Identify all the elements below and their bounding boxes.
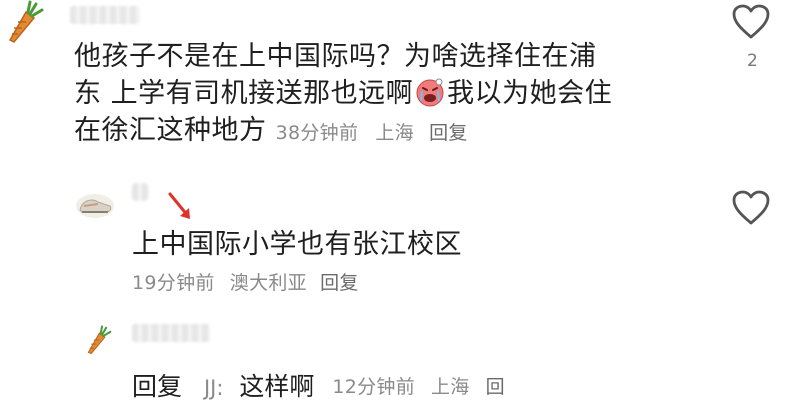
carrot-icon (87, 325, 112, 355)
comment-location: 澳大利亚 (229, 272, 307, 294)
comment-line-3-text: 在徐汇这种地方 (74, 115, 267, 146)
avatar-carrot-2[interactable] (84, 325, 112, 355)
crying-emoji-icon (415, 77, 445, 107)
comment-meta: 19分钟前 澳大利亚 回复 (132, 268, 359, 295)
like-heart-icon[interactable] (731, 4, 771, 40)
comment-location: 上海 (375, 122, 414, 144)
comment-time: 19分钟前 (132, 272, 215, 294)
comment-location: 上海 (431, 376, 470, 398)
comment-line-3: 在徐汇这种地方 38分钟前 上海 回复 (74, 112, 724, 152)
username-blurred-3[interactable] (132, 324, 210, 342)
reply-link[interactable]: 回复 (429, 122, 468, 144)
like-count: 2 (747, 51, 758, 71)
comment-text: 他孩子不是在上中国际吗？为啥选择住在浦 东 上学有司机接送那也远啊 我以为她会住… (74, 38, 724, 152)
sneaker-avatar-icon (76, 194, 114, 218)
comment-line-2: 东 上学有司机接送那也远啊 我以为她会住 (74, 75, 724, 112)
comment-text: 上中国际小学也有张江校区 (132, 229, 462, 260)
reply-prefix: 回复 (132, 372, 183, 401)
username-blurred-2[interactable] (132, 183, 148, 201)
reply-row: 回复 JJ: 这样啊 12分钟前 上海 回 (132, 367, 505, 403)
reply-link[interactable]: 回 (486, 376, 505, 398)
comment-text: 这样啊 (239, 372, 315, 401)
avatar-sneaker[interactable] (74, 186, 116, 220)
like-heart-icon[interactable] (731, 190, 771, 226)
avatar-carrot-1[interactable] (4, 0, 44, 44)
comment-time: 12分钟前 (332, 376, 416, 398)
comment-line-2a: 东 上学有司机接送那也远啊 (74, 78, 414, 109)
reply-to-name[interactable]: JJ: (204, 376, 223, 400)
username-blurred-1[interactable] (70, 6, 140, 24)
red-arrow-annotation (168, 192, 190, 219)
comment-line-1: 他孩子不是在上中国际吗？为啥选择住在浦 (74, 41, 597, 72)
reply-link[interactable]: 回复 (320, 272, 359, 294)
carrot-icon (8, 0, 44, 43)
comment-line-2b: 我以为她会住 (447, 78, 613, 109)
comment-time: 38分钟前 (275, 122, 359, 144)
